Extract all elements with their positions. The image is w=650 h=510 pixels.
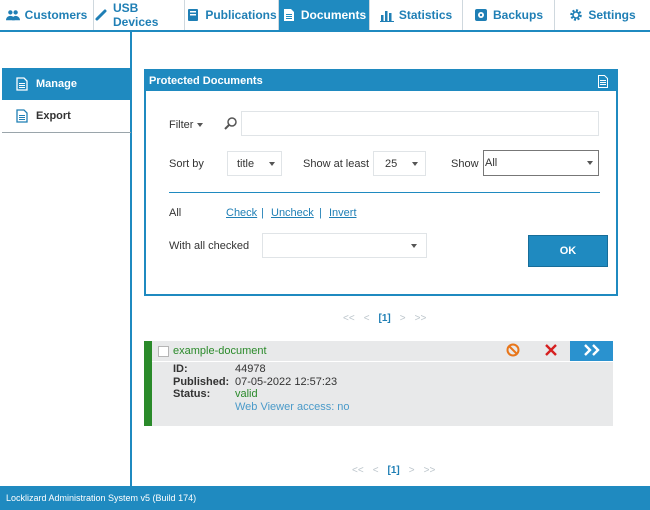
document-title-row: example-document	[152, 341, 613, 362]
users-icon	[5, 8, 20, 22]
tab-label: Customers	[24, 8, 88, 22]
delete-button[interactable]	[536, 341, 566, 361]
tab-label: Documents	[300, 8, 367, 22]
protected-documents-panel: Protected Documents Filter Sort by title…	[144, 69, 618, 296]
chevron-down-icon	[412, 162, 418, 166]
first-page-link[interactable]: <<	[343, 313, 355, 324]
filter-label: Filter	[169, 119, 194, 131]
ok-button[interactable]: OK	[528, 235, 608, 267]
tab-documents[interactable]: Documents	[279, 0, 370, 30]
first-page-link[interactable]: <<	[352, 465, 364, 476]
document-name[interactable]: example-document	[173, 345, 267, 357]
id-value: 44978	[235, 363, 266, 375]
filter-dropdown[interactable]: Filter	[169, 119, 205, 131]
footer-text: Locklizard Administration System v5 (Bui…	[6, 493, 197, 503]
details-button[interactable]	[570, 341, 613, 361]
current-page[interactable]: [1]	[379, 313, 391, 324]
status-footer: Locklizard Administration System v5 (Bui…	[0, 486, 650, 510]
show-at-least-label: Show at least	[303, 158, 370, 170]
chevron-down-icon	[197, 122, 205, 128]
status-label: Status:	[173, 388, 211, 400]
sidebar: Manage Export	[0, 32, 132, 486]
published-value: 07-05-2022 12:57:23	[235, 376, 338, 388]
bar-chart-icon	[379, 8, 394, 22]
document-checkbox[interactable]	[158, 346, 169, 357]
prev-page-link[interactable]: <	[373, 465, 379, 476]
tab-usb-devices[interactable]: USB Devices	[94, 0, 185, 30]
main-tab-bar: Customers USB Devices Publications Docum…	[0, 0, 650, 32]
published-label: Published:	[173, 376, 230, 388]
all-label: All	[169, 207, 182, 219]
tab-label: Backups	[492, 8, 544, 22]
search-icon	[224, 116, 238, 133]
sidebar-item-label: Export	[36, 110, 71, 122]
tab-settings[interactable]: Settings	[555, 0, 650, 30]
show-at-least-select[interactable]: 25	[373, 151, 426, 176]
invert-link[interactable]: Invert	[329, 207, 357, 219]
id-label: ID:	[173, 363, 188, 375]
pagination-bottom: << < [1] > >>	[352, 465, 435, 476]
tab-label: Publications	[205, 8, 277, 22]
tab-publications[interactable]: Publications	[185, 0, 279, 30]
with-all-checked-label: With all checked	[169, 240, 250, 252]
document-export-icon	[16, 109, 28, 123]
sort-by-value: title	[237, 157, 255, 170]
web-viewer-access: Web Viewer access: no	[235, 401, 350, 413]
show-at-least-value: 25	[385, 157, 398, 170]
prev-page-link[interactable]: <	[364, 313, 370, 324]
sort-by-select[interactable]: title	[227, 151, 282, 176]
close-icon	[544, 343, 558, 360]
suspend-button[interactable]	[498, 341, 528, 361]
panel-header: Protected Documents	[146, 71, 616, 91]
chevron-down-icon	[269, 162, 275, 166]
current-page[interactable]: [1]	[388, 465, 400, 476]
filter-search-input[interactable]	[241, 111, 599, 136]
next-page-link[interactable]: >	[409, 465, 415, 476]
show-value: All	[485, 157, 498, 169]
tab-label: Settings	[588, 8, 636, 22]
link-separator: |	[319, 207, 322, 219]
sidebar-divider	[2, 132, 131, 133]
uncheck-all-link[interactable]: Uncheck	[271, 207, 314, 219]
book-icon	[186, 8, 200, 22]
double-chevron-right-icon	[582, 343, 602, 360]
sidebar-item-export[interactable]: Export	[2, 100, 131, 132]
chevron-down-icon	[587, 161, 593, 165]
link-separator: |	[261, 207, 264, 219]
document-row: example-document ID: 44978 Published: 07…	[144, 341, 613, 426]
last-page-link[interactable]: >>	[424, 465, 436, 476]
tab-statistics[interactable]: Statistics	[370, 0, 463, 30]
show-label: Show	[451, 158, 479, 170]
with-all-checked-select[interactable]	[262, 233, 427, 258]
status-value: valid	[235, 388, 258, 400]
next-page-link[interactable]: >	[400, 313, 406, 324]
chevron-down-icon	[411, 244, 417, 248]
tab-customers[interactable]: Customers	[0, 0, 94, 30]
backup-icon	[474, 8, 488, 22]
block-icon	[506, 343, 520, 360]
show-select[interactable]: All	[483, 150, 599, 176]
pagination-top: << < [1] > >>	[343, 313, 426, 324]
document-icon	[282, 8, 296, 22]
usb-icon	[94, 8, 108, 22]
sidebar-item-label: Manage	[36, 78, 77, 90]
sidebar-item-manage[interactable]: Manage	[2, 68, 131, 100]
document-icon	[16, 77, 28, 91]
tab-label: USB Devices	[113, 1, 159, 29]
check-all-link[interactable]: Check	[226, 207, 257, 219]
panel-divider	[169, 192, 600, 193]
document-icon	[598, 74, 608, 88]
gear-icon	[569, 8, 583, 22]
status-indicator-bar	[144, 341, 152, 426]
last-page-link[interactable]: >>	[415, 313, 427, 324]
tab-backups[interactable]: Backups	[463, 0, 555, 30]
panel-title: Protected Documents	[149, 75, 263, 87]
tab-label: Statistics	[398, 8, 453, 22]
sort-by-label: Sort by	[169, 158, 204, 170]
